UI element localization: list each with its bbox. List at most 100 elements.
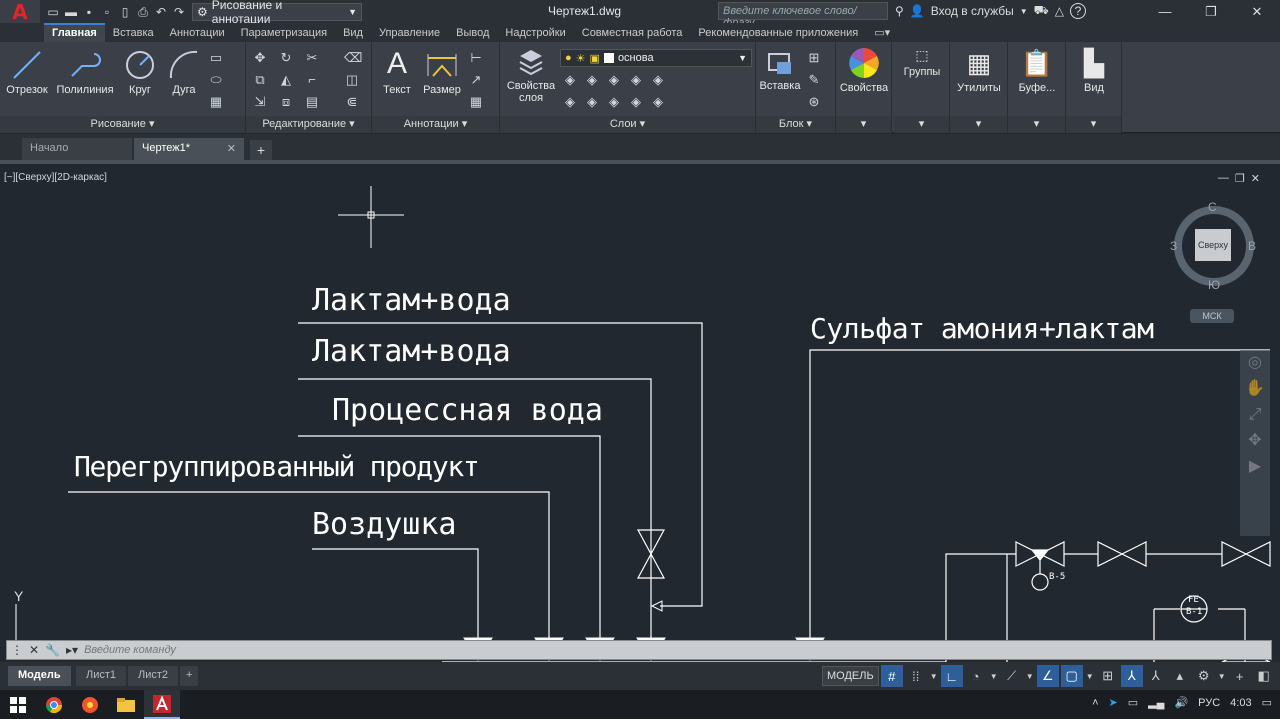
arc-button[interactable]: Дуга	[164, 48, 204, 96]
language-indicator[interactable]: РУС	[1198, 697, 1220, 709]
new-icon[interactable]: ▭	[46, 5, 60, 19]
binoculars-icon[interactable]: ⚲	[895, 4, 904, 18]
telegram-icon[interactable]: ➤	[1109, 696, 1118, 709]
layer-tool-icon[interactable]: ◈	[584, 72, 600, 88]
layer-tool-icon[interactable]: ◈	[606, 94, 622, 110]
layout-tab-model[interactable]: Модель	[8, 666, 71, 686]
layer-tool-icon[interactable]: ◈	[650, 72, 666, 88]
panel-title-draw[interactable]: Рисование ▾	[0, 116, 245, 133]
doc-tab-drawing1[interactable]: Чертеж1* ✕	[134, 138, 244, 160]
layer-tool-icon[interactable]: ◈	[628, 94, 644, 110]
battery-icon[interactable]: ▭	[1128, 696, 1138, 709]
gear-icon[interactable]: ⚙	[1193, 665, 1215, 687]
object-snap-icon[interactable]: ▢	[1060, 665, 1083, 687]
tab-output[interactable]: Вывод	[448, 25, 497, 42]
annotation-visibility-icon[interactable]: ⅄	[1120, 665, 1143, 687]
redo-icon[interactable]: ↷	[172, 5, 186, 19]
panel-title-clipboard[interactable]: ▾	[1008, 116, 1065, 133]
plus-icon[interactable]: +	[1229, 665, 1251, 687]
file-explorer-app[interactable]	[108, 690, 144, 719]
drawing-area[interactable]: [−][Сверху][2D-каркас] — ❐ ✕ Лактам+вода…	[0, 160, 1280, 662]
network-icon[interactable]: ▂▄	[1148, 696, 1164, 709]
line-button[interactable]: Отрезок	[4, 48, 50, 96]
layout-tab-sheet2[interactable]: Лист2	[128, 666, 179, 686]
circle-button[interactable]: Круг	[120, 48, 160, 96]
orbit-icon[interactable]: ✥	[1240, 428, 1270, 454]
create-block-icon[interactable]: ⊞	[806, 50, 822, 66]
polar-icon[interactable]: ◔	[965, 665, 987, 687]
tab-home[interactable]: Главная	[44, 23, 105, 42]
chevron-down-icon[interactable]: ▼	[989, 665, 999, 687]
move-icon[interactable]: ✥	[252, 50, 268, 66]
zoom-extents-icon[interactable]: ⤢	[1240, 402, 1270, 428]
panel-title-modify[interactable]: Редактирование ▾	[246, 116, 371, 133]
recent-commands-icon[interactable]: ▸▾	[66, 643, 78, 657]
exchange-icon[interactable]: △	[1055, 4, 1064, 18]
compass-west[interactable]: З	[1170, 239, 1177, 253]
layer-tool-icon[interactable]: ◈	[562, 72, 578, 88]
tab-view[interactable]: Вид	[335, 25, 371, 42]
isolate-icon[interactable]: ◧	[1253, 665, 1275, 687]
panel-title-groups[interactable]: ▾	[894, 116, 949, 133]
copy-icon[interactable]: ⧉	[252, 72, 268, 88]
compass-east[interactable]: В	[1248, 239, 1256, 253]
layer-tool-icon[interactable]: ◈	[628, 72, 644, 88]
explode-icon[interactable]: ◫	[344, 72, 360, 88]
tab-manage[interactable]: Управление	[371, 25, 448, 42]
yandex-browser-app[interactable]	[72, 690, 108, 719]
autocad-app[interactable]	[144, 690, 180, 719]
compass-north[interactable]: С	[1208, 200, 1217, 214]
viewcube[interactable]: С Ю З В Сверху	[1170, 200, 1258, 292]
properties-button[interactable]: Свойства	[838, 46, 890, 94]
maximize-button[interactable]: ❐	[1188, 0, 1234, 23]
open-icon[interactable]: ▬	[64, 5, 78, 19]
block-attr-icon[interactable]: ⊛	[806, 94, 822, 110]
web-save-icon[interactable]: ▯	[118, 5, 132, 19]
search-input[interactable]: Введите ключевое слово/фразу	[718, 2, 888, 29]
plot-icon[interactable]: ⎙	[136, 5, 150, 19]
panel-title-layers[interactable]: Слои ▾	[500, 116, 755, 133]
clock[interactable]: 4:03	[1230, 697, 1251, 709]
ortho-icon[interactable]: ∟	[940, 665, 963, 687]
minimize-button[interactable]: —	[1142, 0, 1188, 23]
chevron-down-icon[interactable]: ▼	[1025, 665, 1035, 687]
tab-addins[interactable]: Надстройки	[497, 25, 573, 42]
polyline-button[interactable]: Полилиния	[54, 48, 116, 96]
groups-button[interactable]: ⬚ Группы	[896, 46, 948, 78]
snap-icon[interactable]: ⁞⁞	[905, 665, 927, 687]
grid-icon[interactable]: #	[880, 665, 903, 687]
edit-block-icon[interactable]: ✎	[806, 72, 822, 88]
scale-1-1-icon[interactable]: ▴	[1169, 665, 1191, 687]
ribbon-options-icon[interactable]: ▭▾	[866, 24, 898, 42]
viewcube-face-top[interactable]: Сверху	[1195, 229, 1231, 261]
fillet-icon[interactable]: ⌐	[304, 72, 320, 88]
close-button[interactable]: ✕	[1234, 0, 1280, 23]
layout-tab-sheet1[interactable]: Лист1	[76, 666, 127, 686]
table-icon[interactable]: ▦	[468, 94, 484, 110]
save-icon[interactable]: ▪	[82, 5, 96, 19]
chrome-app[interactable]	[36, 690, 72, 719]
workspace-switcher[interactable]: ⚙ Рисование и аннотации ▼	[192, 0, 362, 26]
clipboard-button[interactable]: 📋 Буфе...	[1010, 46, 1064, 94]
text-button[interactable]: A Текст	[378, 46, 416, 96]
insert-block-button[interactable]: Вставка	[758, 48, 802, 92]
array-icon[interactable]: ▤	[304, 94, 320, 110]
panel-title-utilities[interactable]: ▾	[950, 116, 1007, 133]
new-tab-button[interactable]: +	[250, 140, 272, 160]
ellipse-icon[interactable]: ⬭	[208, 72, 224, 88]
layer-properties-button[interactable]: Свойства слоя	[504, 48, 558, 104]
object-snap-tracking-icon[interactable]: ∠	[1036, 665, 1059, 687]
layer-tool-icon[interactable]: ◈	[584, 94, 600, 110]
layer-tool-icon[interactable]: ◈	[562, 94, 578, 110]
ucs-menu[interactable]: МСК	[1190, 309, 1234, 323]
close-icon[interactable]: ✕	[227, 142, 236, 155]
cart-icon[interactable]: ⛟	[1034, 3, 1049, 19]
chevron-up-icon[interactable]: ˄	[1092, 697, 1098, 709]
annotation-scale-icon[interactable]: ⊞	[1097, 665, 1119, 687]
signin-button[interactable]: Вход в службы	[931, 4, 1014, 18]
layer-tool-icon[interactable]: ◈	[606, 72, 622, 88]
command-grip-icon[interactable]: ⋮	[11, 643, 23, 657]
chevron-down-icon[interactable]: ▼	[1085, 665, 1095, 687]
volume-icon[interactable]: 🔊	[1174, 696, 1188, 709]
notifications-icon[interactable]: ▭	[1262, 696, 1272, 709]
